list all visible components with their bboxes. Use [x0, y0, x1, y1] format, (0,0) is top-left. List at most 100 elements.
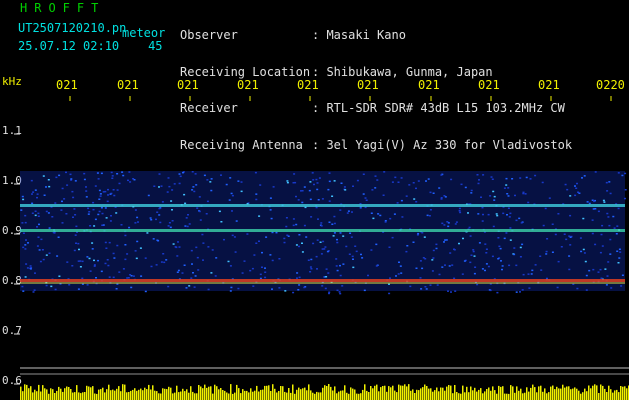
amplitude-bar [554, 389, 556, 400]
amplitude-bar [214, 384, 216, 400]
noise-speck [432, 192, 435, 194]
noise-speck [202, 259, 204, 261]
noise-speck [478, 179, 480, 181]
noise-speck [185, 287, 188, 289]
noise-speck [400, 177, 403, 179]
amplitude-bar [130, 390, 132, 400]
amplitude-bar [152, 385, 154, 400]
noise-speck [379, 214, 382, 217]
time-tick: 021 [357, 78, 379, 92]
noise-speck [482, 213, 484, 216]
noise-speck [579, 237, 582, 239]
noise-speck [315, 206, 318, 209]
noise-speck [566, 188, 569, 191]
amplitude-bar [282, 386, 284, 400]
amplitude-bar [204, 384, 206, 400]
noise-speck [27, 242, 29, 244]
noise-speck [343, 186, 346, 188]
noise-speck [55, 176, 58, 179]
noise-speck [609, 238, 612, 241]
noise-speck [312, 179, 315, 181]
noise-speck [81, 277, 84, 280]
amplitude-bar [380, 387, 382, 400]
noise-speck [182, 171, 184, 174]
noise-speck [624, 172, 627, 175]
noise-speck [361, 257, 364, 259]
amplitude-bar [162, 388, 164, 400]
noise-speck [308, 189, 311, 192]
amplitude-bar [618, 392, 620, 400]
amplitude-bar [418, 390, 420, 400]
amplitude-trace [20, 384, 629, 400]
noise-speck [606, 212, 609, 215]
noise-speck [588, 202, 591, 205]
amplitude-bar [560, 388, 562, 400]
noise-speck [109, 220, 112, 222]
noise-speck [554, 233, 557, 236]
noise-speck [269, 209, 272, 211]
noise-speck [453, 248, 455, 250]
noise-speck [476, 174, 479, 176]
noise-speck [363, 289, 366, 292]
amplitude-bar [106, 389, 108, 400]
noise-speck [339, 209, 342, 211]
noise-speck [51, 216, 54, 218]
noise-speck [70, 178, 73, 180]
noise-speck [210, 272, 213, 274]
noise-speck [22, 232, 25, 234]
amplitude-bar [388, 386, 390, 400]
time-tick: 021 [56, 78, 78, 92]
noise-speck [237, 287, 240, 290]
noise-speck [593, 200, 596, 203]
noise-speck [194, 275, 197, 277]
amplitude-bar [176, 385, 178, 400]
noise-speck [496, 291, 499, 294]
amplitude-bar [20, 386, 22, 400]
noise-speck [110, 215, 112, 217]
amplitude-bar [42, 385, 44, 400]
noise-speck [214, 275, 217, 277]
noise-speck [563, 233, 566, 235]
noise-speck [255, 193, 258, 195]
noise-speck [487, 265, 490, 268]
amplitude-bar [508, 393, 510, 400]
noise-speck [38, 223, 40, 226]
noise-speck [322, 240, 325, 243]
amplitude-bar [358, 393, 360, 400]
amplitude-bar [556, 386, 558, 400]
noise-speck [451, 264, 454, 266]
amplitude-bar [334, 386, 336, 400]
amplitude-bar [224, 390, 226, 400]
amplitude-bar [422, 387, 424, 400]
noise-speck [253, 254, 256, 256]
amplitude-bar [48, 393, 50, 400]
noise-speck [220, 221, 223, 223]
noise-speck [514, 194, 516, 197]
noise-speck [408, 184, 411, 186]
noise-speck [309, 198, 312, 201]
noise-speck [427, 178, 430, 180]
noise-speck [85, 190, 88, 192]
noise-speck [158, 186, 160, 188]
amplitude-bar [154, 390, 156, 400]
amplitude-bar [438, 391, 440, 400]
noise-speck [158, 173, 161, 175]
noise-speck [477, 182, 480, 185]
noise-speck [469, 235, 472, 237]
amplitude-bar [410, 390, 412, 400]
amplitude-bar [148, 384, 150, 400]
amplitude-bar [70, 389, 72, 400]
noise-speck [520, 222, 523, 224]
amplitude-bar [470, 386, 472, 400]
noise-speck [72, 216, 74, 218]
noise-speck [246, 233, 249, 235]
noise-speck [396, 202, 399, 204]
amplitude-bar [84, 392, 86, 400]
amplitude-bar [28, 388, 30, 400]
noise-speck [388, 292, 391, 295]
noise-speck [132, 275, 135, 277]
amplitude-bar [518, 390, 520, 400]
noise-speck [607, 261, 610, 263]
noise-speck [608, 181, 611, 183]
noise-speck [556, 286, 559, 289]
